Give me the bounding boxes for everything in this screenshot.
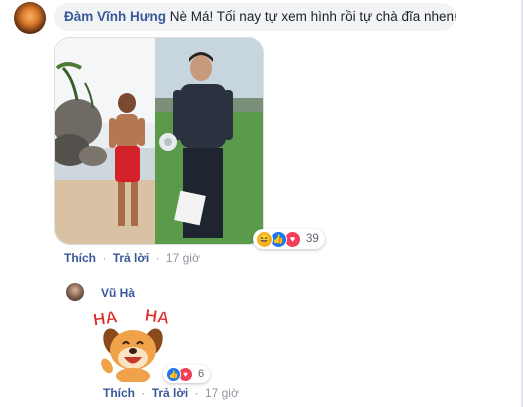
reply-reply-link[interactable]: Trả lời bbox=[152, 386, 189, 400]
reply-reaction-count: 6 bbox=[198, 368, 205, 380]
haha-icon: 😆 bbox=[256, 230, 273, 248]
comment-photo[interactable] bbox=[54, 37, 264, 245]
separator: · bbox=[102, 251, 107, 265]
sticker-text-right: HA bbox=[144, 306, 171, 328]
haha-dog-sticker: HA HA bbox=[92, 305, 171, 384]
like-link[interactable]: Thích bbox=[64, 251, 96, 265]
reply-like-link[interactable]: Thích bbox=[103, 386, 135, 400]
photo-collage bbox=[55, 38, 263, 244]
comment-actions: Thích · Trả lời · 17 giờ bbox=[64, 251, 200, 265]
commenter-avatar[interactable] bbox=[14, 2, 46, 34]
reaction-count: 39 bbox=[306, 233, 319, 245]
like-icon: 👍 bbox=[166, 366, 181, 382]
reply-reactions[interactable]: 👍 ♥ 6 bbox=[163, 365, 211, 383]
reply-timestamp[interactable]: 17 giờ bbox=[205, 386, 239, 400]
timestamp[interactable]: 17 giờ bbox=[166, 251, 200, 265]
sticker-text-left: HA bbox=[93, 307, 119, 329]
reply-author-link[interactable]: Vũ Hà bbox=[101, 286, 135, 300]
comment-author-link[interactable]: Đàm Vĩnh Hưng bbox=[64, 9, 166, 24]
comment-text: Nè Má! Tối nay tự xem hình rồi tự chà đĩ… bbox=[166, 9, 456, 24]
separator: · bbox=[155, 251, 160, 265]
separator: · bbox=[194, 386, 199, 400]
comment-reactions[interactable]: 😆 👍 ♥ 39 bbox=[253, 229, 325, 249]
reply-avatar[interactable] bbox=[66, 283, 84, 301]
comment-bubble: Đàm Vĩnh Hưng Nè Má! Tối nay tự xem hình… bbox=[54, 3, 456, 31]
separator: · bbox=[141, 386, 146, 400]
reply-actions: Thích · Trả lời · 17 giờ bbox=[103, 386, 239, 400]
reply-link[interactable]: Trả lời bbox=[113, 251, 150, 265]
